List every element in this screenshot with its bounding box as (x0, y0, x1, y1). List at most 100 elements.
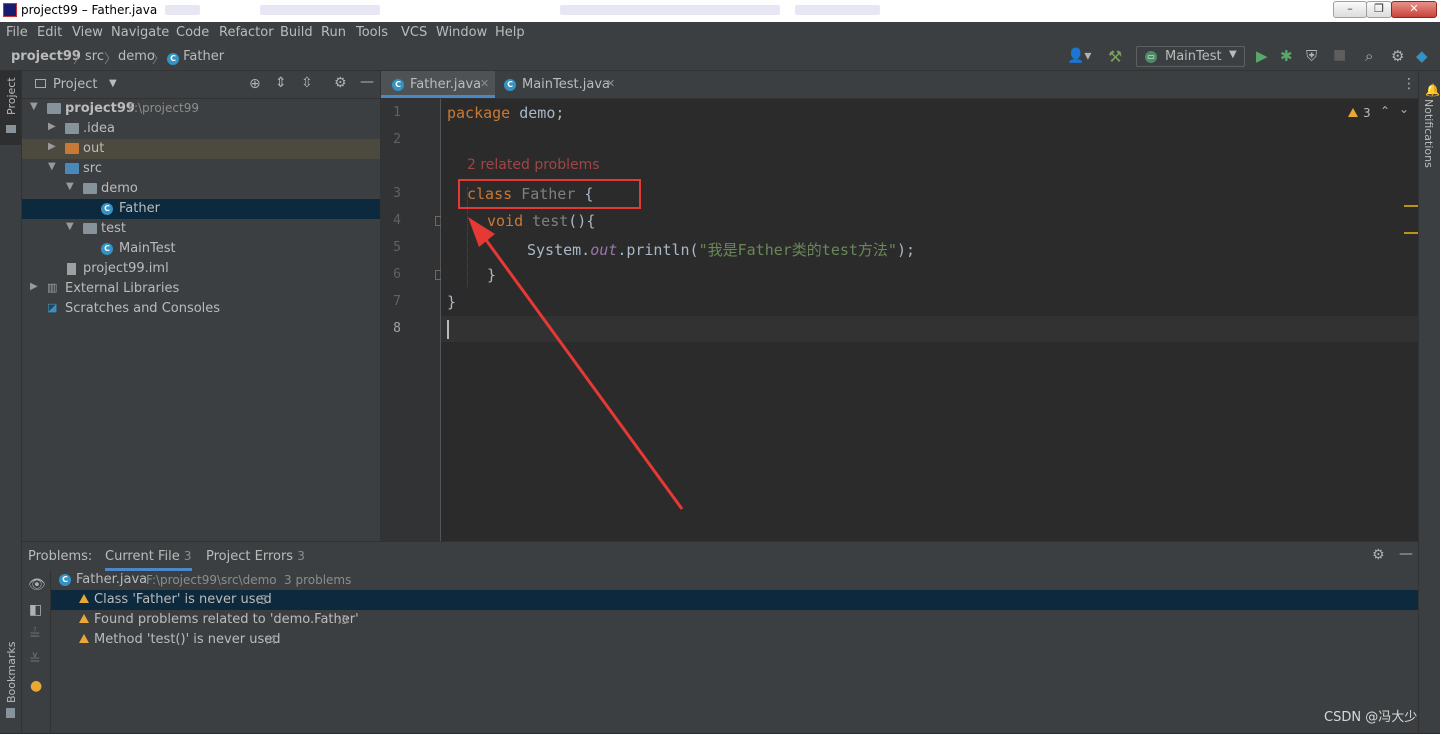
preview-icon[interactable]: ◧ (29, 602, 42, 618)
bookmarks-tool-label[interactable]: Bookmarks (5, 642, 18, 703)
gear-icon[interactable]: ⚙ (1372, 547, 1385, 563)
problem-row[interactable]: Found problems related to 'demo.Father' … (51, 610, 1418, 630)
expand-all-icon[interactable]: ⇕ (275, 75, 287, 91)
close-window-button[interactable]: ✕ (1391, 1, 1437, 18)
code-text: ); (896, 241, 916, 259)
menu-build[interactable]: Build (280, 25, 313, 40)
menu-file[interactable]: File (6, 25, 28, 40)
chevron-down-icon[interactable]: ▼ (66, 221, 74, 232)
tree-item-demo[interactable]: ▼ demo (22, 179, 380, 199)
tab-current-file[interactable]: Current File 3 (105, 549, 192, 571)
tree-item-project-root[interactable]: ▼ project99 F:\project99 (22, 99, 380, 119)
tree-item-external-libraries[interactable]: ▶ ▥ External Libraries (22, 279, 380, 299)
menu-code[interactable]: Code (176, 25, 209, 40)
build-hammer-icon[interactable]: ⚒ (1108, 47, 1122, 66)
run-icon[interactable]: ▶ (1256, 47, 1268, 65)
menu-run[interactable]: Run (321, 25, 346, 40)
problem-file-summary: 3 problems (284, 573, 352, 587)
menu-window[interactable]: Window (436, 25, 487, 40)
chevron-down-icon[interactable]: ▼ (30, 101, 38, 112)
tab-label: Current File (105, 549, 180, 564)
problem-file-path: F:\project99\src\demo (146, 573, 277, 587)
problems-file-row[interactable]: C Father.java F:\project99\src\demo 3 pr… (51, 570, 1418, 590)
close-icon[interactable]: ✕ (480, 77, 489, 90)
tree-item-iml[interactable]: project99.iml (22, 259, 380, 279)
maximize-button[interactable]: ❐ (1366, 1, 1392, 18)
menu-view[interactable]: View (72, 25, 103, 40)
tree-item-maintest[interactable]: C MainTest (22, 239, 380, 259)
minimize-button[interactable]: – (1333, 1, 1367, 18)
coverage-icon[interactable]: ⛨ (1306, 47, 1317, 65)
tree-item-test[interactable]: ▼ test (22, 219, 380, 239)
collapse-all-icon[interactable]: ≚ (29, 652, 41, 668)
chevron-down-icon[interactable]: ▼ (48, 161, 56, 172)
inspection-widget[interactable]: 3 (1348, 106, 1371, 120)
breadcrumb-src[interactable]: src (85, 49, 104, 64)
notifications-tool-label[interactable]: Notifications (1422, 99, 1435, 168)
locate-file-icon[interactable]: ⊕ (249, 76, 261, 92)
runnable-class-icon: C (101, 243, 113, 255)
gear-icon[interactable]: ⚙ (334, 75, 347, 91)
expand-all-icon[interactable]: ≟ (29, 627, 41, 643)
tab-father-java[interactable]: C Father.java ✕ (381, 71, 495, 98)
line-number: 8 (393, 321, 401, 336)
breadcrumb-project[interactable]: project99 (11, 49, 81, 64)
hide-panel-icon[interactable]: — (1399, 546, 1413, 562)
eye-icon[interactable]: 👁 (28, 577, 46, 593)
project-tool-label: Project (5, 77, 18, 115)
tree-item-label: src (83, 161, 102, 176)
chevron-down-icon[interactable]: ⌄ (1399, 102, 1409, 116)
blurred-tab (560, 5, 780, 15)
tab-label: Project Errors (206, 549, 294, 564)
user-icon[interactable]: 👤▾ (1067, 48, 1091, 64)
tree-item-label: test (101, 221, 126, 236)
tree-item-label: demo (101, 181, 138, 196)
package-icon (83, 183, 97, 194)
search-icon[interactable]: ⌕ (1365, 47, 1373, 65)
stop-icon[interactable]: ■ (1333, 47, 1346, 63)
run-config-selector[interactable]: ▭ MainTest ▼ (1136, 46, 1245, 67)
problem-row[interactable]: Class 'Father' is never used :3 (51, 590, 1418, 610)
problem-row[interactable]: Method 'test()' is never used :4 (51, 630, 1418, 650)
chevron-up-icon[interactable]: ⌃ (1380, 104, 1390, 118)
menu-navigate[interactable]: Navigate (111, 25, 169, 40)
warning-stripe-marker[interactable] (1404, 205, 1418, 207)
problems-title: Problems: (28, 549, 93, 564)
breadcrumb-file[interactable]: C Father (167, 49, 224, 65)
chevron-right-icon[interactable]: ▶ (48, 141, 56, 152)
menu-help[interactable]: Help (495, 25, 525, 40)
debug-icon[interactable]: ✱ (1280, 47, 1293, 65)
project-tool-button[interactable]: Project (0, 71, 21, 145)
project-view-title[interactable]: Project (53, 77, 97, 92)
navigation-bar: project99 〉 src 〉 demo 〉 C Father 👤▾ ⚒ ▭… (0, 44, 1440, 71)
watermark: CSDN @冯大少 (1324, 710, 1418, 725)
more-options-icon[interactable]: ⋮ (1402, 76, 1416, 92)
tree-item-idea[interactable]: ▶ .idea (22, 119, 380, 139)
chevron-down-icon[interactable]: ▼ (66, 181, 74, 192)
close-icon[interactable]: ✕ (606, 77, 615, 90)
tree-item-src[interactable]: ▼ src (22, 159, 380, 179)
jetbrains-toolbox-icon[interactable]: ◆ (1416, 47, 1428, 65)
collapse-all-icon[interactable]: ⇳ (301, 75, 313, 91)
menu-edit[interactable]: Edit (37, 25, 62, 40)
tree-item-out[interactable]: ▶ out (22, 139, 380, 159)
hide-panel-icon[interactable]: — (360, 74, 374, 90)
menu-refactor[interactable]: Refactor (219, 25, 274, 40)
lightbulb-icon[interactable]: ● (30, 678, 42, 694)
menu-tools[interactable]: Tools (356, 25, 388, 40)
menu-vcs[interactable]: VCS (401, 25, 427, 40)
breadcrumb-demo[interactable]: demo (118, 49, 155, 64)
warning-stripe-marker[interactable] (1404, 232, 1418, 234)
chevron-right-icon[interactable]: ▶ (30, 281, 38, 292)
code-editor[interactable]: package demo; 2 related problems class F… (441, 99, 1418, 541)
chevron-right-icon[interactable]: ▶ (48, 121, 56, 132)
title-bar: project99 – Father.java – ❐ ✕ (0, 0, 1440, 22)
runnable-class-icon: C (504, 79, 516, 91)
tree-item-scratches[interactable]: ◪ Scratches and Consoles (22, 299, 380, 319)
gear-icon[interactable]: ⚙ (1391, 47, 1404, 65)
tab-project-errors[interactable]: Project Errors 3 (206, 549, 305, 564)
bell-icon[interactable]: 🔔 (1425, 83, 1440, 97)
chevron-down-icon[interactable]: ▼ (109, 78, 117, 89)
tab-maintest-java[interactable]: C MainTest.java ✕ (495, 71, 625, 98)
tree-item-father[interactable]: C Father (22, 199, 380, 219)
